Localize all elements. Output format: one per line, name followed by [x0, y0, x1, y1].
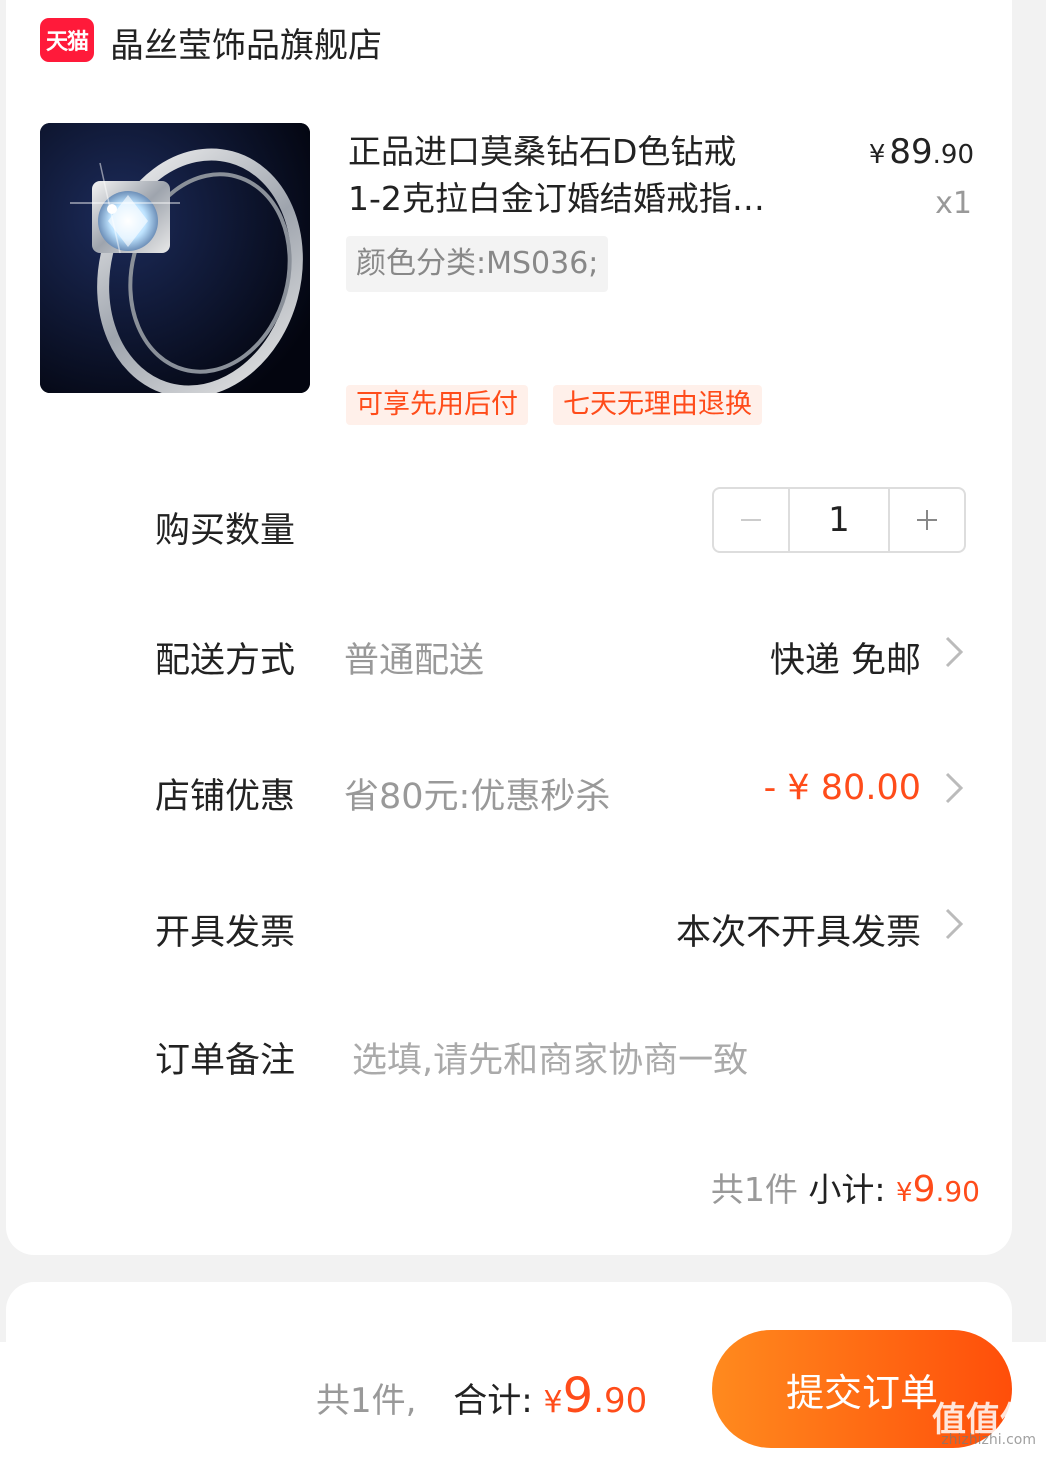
delivery-value[interactable]: 快递 免邮 [770, 632, 921, 683]
increment-button[interactable] [890, 489, 964, 551]
invoice-label: 开具发票 [155, 913, 296, 953]
subtotal-currency: ¥ [896, 1178, 913, 1208]
chevron-right-icon[interactable] [939, 904, 971, 944]
total-decimal: .90 [593, 1381, 648, 1421]
note-label: 订单备注 [155, 1041, 296, 1081]
product-title[interactable]: 正品进口莫桑钻石D色钻戒 1-2克拉白金订婚结婚戒指… [348, 128, 818, 222]
total-currency: ¥ [543, 1385, 563, 1420]
total: 共1件, 合计: ¥9.90 [316, 1368, 647, 1424]
subtotal: 共1件 小计: ¥9.90 [711, 1163, 980, 1211]
quantity-stepper[interactable]: 1 [712, 487, 966, 553]
price-decimal: .90 [932, 140, 974, 170]
ring-icon [40, 123, 310, 393]
price-integer: 89 [889, 132, 933, 172]
chevron-right-icon[interactable] [939, 768, 971, 808]
discount-label: 店铺优惠 [155, 777, 296, 817]
price-currency: ¥ [868, 140, 886, 170]
product-image[interactable] [40, 123, 310, 393]
tag-pay-later: 可享先用后付 [346, 385, 528, 425]
watermark-url: zhizhizhi.com [941, 1432, 1036, 1448]
tmall-badge: 天猫 [40, 18, 94, 62]
plus-icon [917, 510, 937, 530]
tag-seven-day-return: 七天无理由退换 [553, 385, 762, 425]
chevron-right-icon[interactable] [939, 632, 971, 672]
invoice-value[interactable]: 本次不开具发票 [676, 904, 921, 955]
discount-sub: 省80元:优惠秒杀 [344, 777, 611, 817]
total-count: 共1件, [316, 1381, 417, 1421]
subtotal-integer: 9 [912, 1169, 936, 1210]
discount-value[interactable]: - ¥ 80.00 [764, 768, 921, 808]
subtotal-decimal: .90 [935, 1175, 980, 1208]
product-quantity: x1 [935, 186, 972, 221]
subtotal-count: 共1件 [710, 1170, 798, 1209]
sku-chip: 颜色分类:MS036; [346, 236, 609, 292]
shop-name[interactable]: 晶丝莹饰品旗舰店 [110, 18, 382, 67]
subtotal-label: 小计: [808, 1170, 886, 1209]
minus-icon [741, 519, 761, 521]
total-integer: 9 [562, 1368, 594, 1424]
quantity-label: 购买数量 [155, 511, 296, 551]
quantity-value[interactable]: 1 [788, 489, 890, 551]
delivery-label: 配送方式 [155, 641, 296, 681]
delivery-sub: 普通配送 [344, 641, 485, 681]
note-input[interactable]: 选填,请先和商家协商一致 [352, 1032, 748, 1083]
product-price: ¥89.90 [869, 132, 974, 172]
total-label: 合计: [453, 1381, 533, 1421]
decrement-button[interactable] [714, 489, 788, 551]
